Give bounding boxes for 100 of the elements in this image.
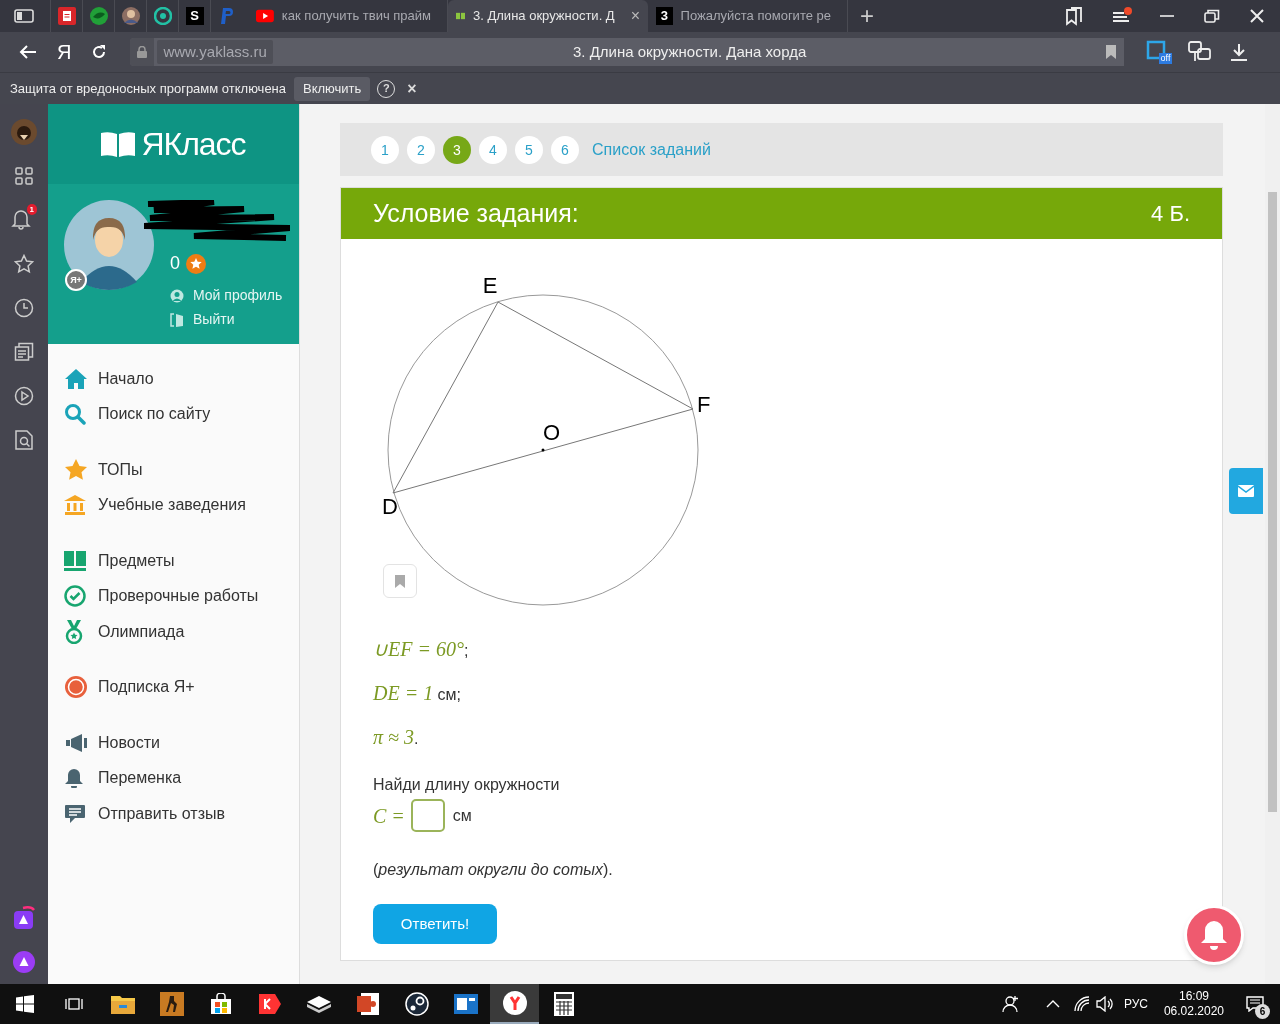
restore-icon[interactable] bbox=[1204, 9, 1220, 23]
browser-tab[interactable]: 3. Длина окружности. Д × bbox=[448, 0, 648, 32]
window-app-icon[interactable] bbox=[453, 994, 478, 1014]
p-logo-icon bbox=[218, 7, 235, 25]
people-icon[interactable] bbox=[1001, 995, 1020, 1013]
warning-message: Защита от вредоносных программ отключена bbox=[10, 79, 287, 98]
menu-item[interactable]: Начало bbox=[98, 366, 154, 391]
game-app-icon[interactable] bbox=[159, 992, 184, 1016]
avatar-icon bbox=[121, 7, 140, 25]
grid-icon[interactable] bbox=[15, 167, 33, 185]
menu-item[interactable]: ТОПы bbox=[98, 457, 143, 482]
home-button[interactable]: Я bbox=[57, 37, 72, 67]
new-tab-button[interactable]: + bbox=[860, 4, 874, 28]
mail-icon bbox=[1238, 485, 1254, 497]
address-bar[interactable]: www.yaklass.ru 3. Длина окружности. Дана хорда bbox=[130, 38, 1125, 66]
lock-icon bbox=[137, 46, 148, 58]
enable-button[interactable]: Включить bbox=[294, 76, 371, 101]
notification-count: 6 bbox=[1255, 1004, 1270, 1019]
unit-label: см bbox=[452, 805, 472, 826]
bookmarks-icon[interactable] bbox=[1064, 6, 1084, 26]
tab-close-button[interactable]: × bbox=[630, 4, 640, 28]
point-label: E bbox=[482, 273, 498, 298]
menu-icon[interactable] bbox=[1112, 7, 1134, 25]
assistant-icon[interactable] bbox=[13, 951, 35, 973]
tab-title: 3. Длина окружности. Д bbox=[473, 7, 615, 26]
notification-button[interactable] bbox=[1184, 905, 1244, 965]
avatar-icon[interactable] bbox=[11, 119, 37, 145]
books-app-icon[interactable] bbox=[305, 995, 332, 1013]
task-view-button-icon[interactable] bbox=[64, 996, 83, 1012]
language-indicator[interactable]: РУС bbox=[1123, 995, 1148, 1013]
scrollbar-thumb[interactable] bbox=[1268, 192, 1277, 812]
logo-icon: S bbox=[185, 7, 204, 25]
site-logo[interactable]: ЯКласс bbox=[141, 120, 246, 168]
point-label: D bbox=[382, 494, 398, 519]
menu-item[interactable]: Учебные заведения bbox=[98, 493, 246, 518]
refresh-icon[interactable] bbox=[91, 44, 108, 60]
pinned-tab[interactable]: S bbox=[178, 0, 210, 32]
menu-item[interactable]: Отправить отзыв bbox=[98, 801, 225, 826]
clock-icon[interactable] bbox=[14, 298, 34, 318]
dismiss-button[interactable]: × bbox=[407, 76, 417, 101]
steam-app-icon[interactable] bbox=[404, 992, 429, 1016]
menu-item[interactable]: Предметы bbox=[98, 548, 175, 573]
tab-title: Пожалуйста помогите ре bbox=[680, 7, 831, 26]
sidebar-toggle-icon[interactable] bbox=[14, 9, 34, 23]
question-text: Найди длину окружности bbox=[373, 775, 561, 795]
calculator-app-icon[interactable] bbox=[553, 992, 574, 1016]
tab-title: как получить твич прайм bbox=[281, 7, 431, 26]
star-badge-icon bbox=[186, 253, 206, 274]
search-icon bbox=[64, 403, 86, 426]
menu-item[interactable]: Новости bbox=[98, 730, 160, 755]
menu-item[interactable]: Подписка Я+ bbox=[98, 675, 195, 700]
subscription-badge: Я+ bbox=[65, 269, 87, 291]
star-icon bbox=[64, 458, 88, 481]
download-icon[interactable] bbox=[1230, 43, 1249, 61]
clock[interactable]: 16:09 06.02.2020 bbox=[1163, 989, 1224, 1019]
document-search-icon[interactable] bbox=[15, 430, 33, 450]
slides-app-icon[interactable] bbox=[356, 992, 379, 1016]
action-center-button[interactable]: 6 bbox=[1240, 989, 1270, 1019]
megaphone-icon bbox=[64, 732, 88, 753]
medal-icon bbox=[64, 619, 84, 644]
comment-icon bbox=[64, 803, 86, 824]
feedback-button[interactable] bbox=[1229, 468, 1263, 514]
bell-icon bbox=[11, 208, 31, 230]
extension-button[interactable]: off bbox=[1146, 40, 1173, 64]
star-icon[interactable] bbox=[14, 254, 34, 274]
menu-item[interactable]: Поиск по сайту bbox=[98, 402, 211, 427]
network-icon[interactable] bbox=[1073, 996, 1090, 1012]
start-button-icon[interactable] bbox=[15, 995, 34, 1013]
math-expression: ∪EF = 60°; bbox=[373, 637, 469, 662]
menu-item[interactable]: Проверочные работы bbox=[98, 584, 259, 609]
browser-app-icon[interactable] bbox=[258, 992, 281, 1016]
speaker-icon[interactable] bbox=[1095, 996, 1114, 1012]
points-count: 0 bbox=[170, 252, 180, 275]
play-icon[interactable] bbox=[14, 386, 34, 406]
answer-field[interactable] bbox=[410, 799, 445, 832]
task-heading: Условие задания: bbox=[373, 197, 579, 229]
folder-app-icon[interactable] bbox=[110, 994, 135, 1014]
math-expression: π ≈ 3. bbox=[373, 725, 419, 750]
date-text: 06.02.2020 bbox=[1163, 1004, 1224, 1019]
store-app-icon[interactable] bbox=[209, 993, 232, 1015]
bookmark-icon bbox=[395, 574, 405, 588]
notification-badge: 1 bbox=[26, 204, 37, 215]
yandex-browser-app-icon[interactable] bbox=[502, 991, 527, 1015]
menu-item[interactable]: Переменка bbox=[98, 766, 182, 791]
url-text: www.yaklass.ru bbox=[157, 40, 273, 64]
logout-icon bbox=[170, 312, 184, 327]
bookmark-icon[interactable] bbox=[1106, 45, 1117, 59]
back-icon[interactable] bbox=[19, 44, 37, 60]
play-icon bbox=[256, 9, 274, 23]
building-icon bbox=[64, 495, 86, 516]
collections-icon[interactable] bbox=[14, 342, 34, 362]
point-label: O bbox=[543, 420, 561, 445]
chevron-up-icon[interactable] bbox=[1045, 1000, 1060, 1008]
page-title: 3. Длина окружности. Дана хорда bbox=[571, 41, 808, 62]
translate-icon[interactable] bbox=[1188, 41, 1213, 63]
close-icon[interactable] bbox=[1250, 9, 1264, 23]
user-avatar[interactable] bbox=[64, 200, 154, 290]
menu-item[interactable]: Олимпиада bbox=[98, 619, 185, 644]
logo-icon: 3 bbox=[656, 7, 673, 25]
assistant-app-icon[interactable] bbox=[13, 906, 35, 930]
